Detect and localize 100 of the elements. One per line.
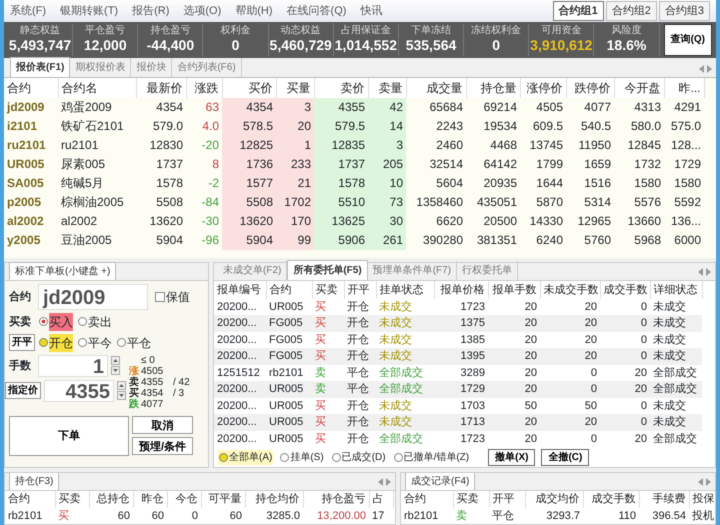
column-header[interactable]: 未成交手数 <box>540 280 600 299</box>
filter-radio[interactable]: 已成交(D) <box>330 450 387 465</box>
side-radio[interactable]: 卖出 <box>77 312 113 331</box>
column-header[interactable]: 总持仓 <box>89 491 133 508</box>
spin-up-icon[interactable] <box>117 381 126 390</box>
contract-field[interactable]: jd2009 <box>38 284 148 310</box>
column-header[interactable]: 卖价 <box>314 78 368 98</box>
contract-code[interactable]: al2002 <box>4 212 58 231</box>
preset-button[interactable]: 预埋/条件 <box>132 436 194 455</box>
menu-item[interactable]: 银期转账(T) <box>60 2 118 20</box>
scroll-right-icon[interactable] <box>386 478 391 486</box>
contract-code[interactable]: ru2101 <box>4 136 58 155</box>
column-header[interactable]: 卖量 <box>368 78 406 98</box>
cancel-all-button[interactable]: 全撤(C) <box>541 449 590 466</box>
tab[interactable]: 报价表(F1) <box>10 56 70 77</box>
column-header[interactable]: 开平 <box>344 280 376 299</box>
filter-radio[interactable]: 挂单(S) <box>279 450 325 465</box>
tab[interactable]: 行权委托单 <box>457 260 518 280</box>
hedge-checkbox[interactable]: 保值 <box>154 288 191 306</box>
group-tab[interactable]: 合约组2 <box>606 0 657 22</box>
scroll-left-icon[interactable] <box>378 478 383 486</box>
scroll-left-icon[interactable] <box>698 268 703 276</box>
tab[interactable]: 所有委托单(F5) <box>287 260 368 280</box>
spin-down-icon[interactable] <box>111 366 120 376</box>
column-header[interactable]: 最新价 <box>136 78 186 98</box>
column-header[interactable]: 成交手数 <box>600 280 650 299</box>
column-header[interactable]: 合约 <box>5 491 55 508</box>
menu-item[interactable]: 在线问答(Q) <box>286 2 346 20</box>
column-header[interactable]: 持仓盈亏 <box>303 491 369 508</box>
spin-up-icon[interactable] <box>111 356 120 366</box>
tab[interactable]: 合约列表(F6) <box>172 58 242 77</box>
panel-tab[interactable]: 持仓(F3) <box>9 473 60 490</box>
menu-item[interactable]: 报告(R) <box>132 2 170 20</box>
offset-radio[interactable]: 平今 <box>77 334 113 352</box>
menu-item[interactable]: 帮助(H) <box>235 2 273 20</box>
column-header[interactable]: 买量 <box>276 78 314 98</box>
column-header[interactable]: 挂单状态 <box>376 280 434 299</box>
column-header[interactable]: 昨... <box>664 78 704 98</box>
column-header[interactable]: 合约 <box>266 280 312 299</box>
tab[interactable]: 报价块 <box>131 58 172 77</box>
column-header[interactable]: 合约 <box>4 78 58 98</box>
scroll-right-icon[interactable] <box>706 268 711 276</box>
panel-tab[interactable]: 标准下单板(小键盘 +) <box>9 262 116 280</box>
column-header[interactable]: 详细状态 <box>650 280 702 299</box>
scroll-right-icon[interactable] <box>707 64 712 73</box>
column-header[interactable]: 持仓均价 <box>245 491 303 508</box>
group-tab[interactable]: 合约组3 <box>658 0 710 22</box>
submit-button[interactable]: 下单 <box>9 416 129 456</box>
contract-code[interactable]: p2005 <box>4 192 58 212</box>
scroll-left-icon[interactable] <box>699 64 704 73</box>
column-header[interactable]: 昨仓 <box>133 491 167 508</box>
contract-code[interactable]: SA005 <box>4 174 58 193</box>
scroll-right-icon[interactable] <box>706 478 711 486</box>
column-header[interactable]: 可平量 <box>201 491 245 508</box>
column-header[interactable]: 合约 <box>401 491 453 508</box>
price-mode-button[interactable]: 指定价 <box>5 382 41 400</box>
column-header[interactable]: 成交量 <box>406 78 466 98</box>
group-tab[interactable]: 合约组1 <box>552 0 604 22</box>
column-header[interactable]: 涨跌 <box>186 78 222 98</box>
contract-code[interactable]: UR005 <box>4 154 58 174</box>
offset-button[interactable]: 开平 <box>9 334 35 352</box>
column-header[interactable]: 持仓量 <box>466 78 520 98</box>
column-header[interactable]: 成交手数 <box>583 491 639 508</box>
column-header[interactable]: 合约名 <box>58 78 136 98</box>
column-header[interactable]: 今仓 <box>167 491 201 508</box>
column-header[interactable]: 买价 <box>222 78 276 98</box>
panel-tab[interactable]: 成交记录(F4) <box>405 473 476 490</box>
scroll-left-icon[interactable] <box>698 478 703 486</box>
tab[interactable]: 预埋单条件单(F7) <box>368 260 458 280</box>
price-field[interactable]: 4355 <box>44 380 114 402</box>
column-header[interactable]: 涨停价 <box>520 78 566 98</box>
column-header[interactable]: 报单编号 <box>214 280 266 299</box>
column-header[interactable]: 报单手数 <box>488 280 540 299</box>
contract-code[interactable]: y2005 <box>4 230 58 250</box>
column-header[interactable]: 买卖 <box>312 280 344 299</box>
cancel-button[interactable]: 取消 <box>132 416 194 434</box>
column-header[interactable]: 今开盘 <box>614 78 664 98</box>
column-header[interactable]: 跌停价 <box>566 78 614 98</box>
quantity-field[interactable]: 1 <box>38 354 108 377</box>
offset-radio[interactable]: 平仓 <box>116 334 152 352</box>
cancel-order-button[interactable]: 撤单(X) <box>488 449 536 466</box>
column-header[interactable]: 投保 <box>689 491 715 508</box>
menu-item[interactable]: 快讯 <box>360 2 382 20</box>
query-button[interactable]: 查询(Q) <box>664 24 712 56</box>
contract-code[interactable]: jd2009 <box>4 98 58 117</box>
filter-radio[interactable]: 全部单(A) <box>218 450 274 465</box>
column-header[interactable]: 手续费 <box>639 491 689 508</box>
table-cell: 233 <box>276 154 314 174</box>
spin-down-icon[interactable] <box>117 391 126 400</box>
column-header[interactable]: 占 <box>369 491 393 508</box>
column-header[interactable]: 报单价格 <box>434 280 488 299</box>
column-header[interactable]: 买卖 <box>453 491 489 508</box>
contract-code[interactable]: i2101 <box>4 116 58 136</box>
menu-item[interactable]: 选项(O) <box>183 2 222 20</box>
column-header[interactable]: 开平 <box>489 491 525 508</box>
tab[interactable]: 期权报价表 <box>70 58 132 77</box>
menu-item[interactable]: 系统(F) <box>10 2 46 20</box>
filter-radio[interactable]: 已撤单/错单(Z) <box>392 450 470 465</box>
column-header[interactable]: 买卖 <box>55 491 89 508</box>
column-header[interactable]: 成交均价 <box>525 491 583 508</box>
